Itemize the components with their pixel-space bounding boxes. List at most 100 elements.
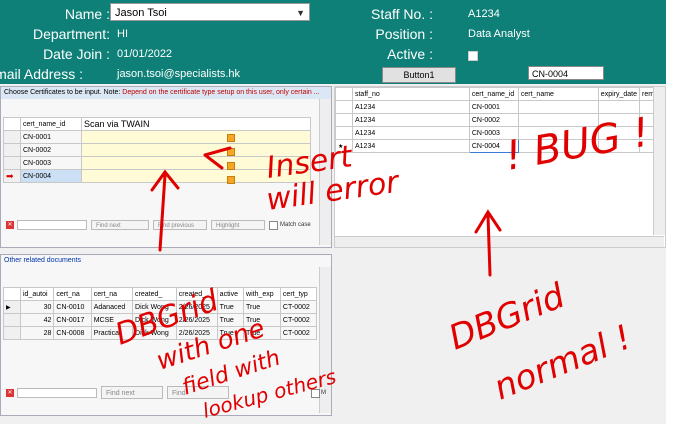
grid-indicator-header: [3, 117, 21, 131]
new-row-star-icon: ★: [335, 139, 353, 153]
find-next-label: Find next: [96, 223, 121, 229]
cert-cell[interactable]: CN-0003: [20, 156, 82, 170]
row-pointer-icon: ▶: [3, 300, 21, 314]
find-next-button[interactable]: Find next: [91, 220, 149, 230]
close-find-icon[interactable]: ✕: [6, 389, 14, 397]
position-label: Position :: [375, 26, 433, 42]
scan-icon[interactable]: [227, 148, 235, 156]
highlight-label: Highlight: [216, 223, 240, 229]
date-join-label: Date Join :: [43, 46, 110, 62]
find-previous-label: Find previous: [158, 223, 195, 229]
highlight-button[interactable]: Highlight: [211, 220, 265, 230]
staff-cert-grid-panel: staff_no cert_name_id cert_name expiry_d…: [334, 86, 666, 248]
cert-cell[interactable]: CN-0001: [20, 130, 82, 144]
find-previous-button[interactable]: Find: [167, 386, 229, 399]
table-row: ▶ 30 CN-0010 Adanaced Dick Wong 2/26/202…: [3, 300, 318, 314]
scan-icon[interactable]: [227, 134, 235, 142]
cert-id-cell[interactable]: CN-0004: [468, 139, 519, 153]
col-cert-name-id[interactable]: cert_name_id: [20, 117, 82, 131]
email-label: Email Address :: [0, 66, 83, 82]
match-case-label: Match case: [280, 222, 311, 228]
table-row: CN-0002: [3, 143, 311, 157]
find-input[interactable]: [17, 388, 97, 398]
staff-cert-grid[interactable]: staff_no cert_name_id cert_name expiry_d…: [335, 87, 661, 153]
date-join-value: 01/01/2022: [117, 48, 173, 60]
match-case-checkbox[interactable]: [269, 221, 278, 230]
cert-grid[interactable]: cert_name_id Scan via TWAIN CN-0001 CN-0…: [3, 117, 311, 183]
col-staff-no[interactable]: staff_no: [351, 87, 470, 101]
certificates-panel-title: Choose Certificates to be input. Note: D…: [1, 87, 331, 99]
match-case-label: M: [321, 390, 326, 396]
active-checkbox[interactable]: [468, 51, 478, 61]
staff-no-cell[interactable]: A1234: [351, 100, 470, 114]
table-row: CN-0003: [3, 156, 311, 170]
button1[interactable]: Button1: [382, 67, 456, 83]
col-cert-na[interactable]: cert_na: [53, 287, 92, 301]
staff-no-cell[interactable]: A1234: [351, 126, 470, 140]
col-created-date[interactable]: created_: [175, 287, 218, 301]
name-value: Jason Tsoi: [115, 7, 167, 19]
col-with-exp[interactable]: with_exp: [243, 287, 281, 301]
right-margin: [666, 0, 690, 424]
department-label: Department:: [32, 26, 110, 42]
table-row: A1234 CN-0002: [335, 113, 661, 127]
scan-icon[interactable]: [227, 162, 235, 170]
scan-cell[interactable]: [81, 156, 311, 170]
find-previous-button[interactable]: Find previous: [153, 220, 207, 230]
staff-no-cell[interactable]: A1234: [351, 139, 470, 153]
row-arrow-icon: ➡: [3, 169, 21, 183]
table-row: 28 CN-0008 Practical Dick Wong 2/26/2025…: [3, 326, 318, 340]
staff-grid-hscroll[interactable]: [335, 236, 664, 247]
staff-no-value: A1234: [468, 8, 500, 20]
cert-id-cell[interactable]: CN-0001: [468, 100, 519, 114]
active-label: Active :: [387, 46, 433, 62]
col-cert-na-2[interactable]: cert_na: [90, 287, 134, 301]
find-next-label: Find next: [106, 390, 135, 397]
position-value: Data Analyst: [468, 28, 530, 40]
col-cert-name[interactable]: cert_name: [517, 87, 599, 101]
scan-cell[interactable]: [81, 143, 311, 157]
cert-title-note: Depend on the certificate type setup on …: [122, 89, 320, 96]
cert-cell[interactable]: CN-0002: [20, 143, 82, 157]
scan-cell[interactable]: [81, 169, 311, 183]
col-created-by[interactable]: created_: [132, 287, 177, 301]
find-previous-label: Find: [172, 390, 186, 397]
find-input[interactable]: [17, 220, 87, 230]
table-row: CN-0001: [3, 130, 311, 144]
staff-no-label: Staff No. :: [371, 6, 433, 22]
table-row: A1234 CN-0001: [335, 100, 661, 114]
find-next-button[interactable]: Find next: [101, 386, 163, 399]
handwritten-dbgrid-2: DBGrid: [443, 276, 570, 359]
cert-id-cell[interactable]: CN-0002: [468, 113, 519, 127]
scan-icon[interactable]: [227, 176, 235, 184]
close-find-icon[interactable]: ✕: [6, 221, 14, 229]
table-row: A1234 CN-0003: [335, 126, 661, 140]
certificates-panel: Choose Certificates to be input. Note: D…: [0, 86, 332, 248]
cert-panel-scrollbar[interactable]: [319, 99, 331, 245]
documents-panel: Other related documents id_autoi cert_na…: [0, 254, 332, 416]
scan-cell[interactable]: [81, 130, 311, 144]
email-value: jason.tsoi@specialists.hk: [117, 68, 241, 80]
col-cert-name-id[interactable]: cert_name_id: [468, 87, 519, 101]
chevron-down-icon[interactable]: ▼: [296, 4, 305, 22]
table-row: 42 CN-0017 MCSE Dick Wong 2/26/2025 True…: [3, 313, 318, 327]
staff-no-cell[interactable]: A1234: [351, 113, 470, 127]
match-case-checkbox[interactable]: [311, 389, 320, 398]
cert-id-cell[interactable]: CN-0003: [468, 126, 519, 140]
staff-grid-vscroll[interactable]: [653, 87, 665, 235]
department-value: HI: [117, 28, 128, 40]
name-combobox[interactable]: Jason Tsoi ▼: [110, 3, 310, 21]
cert-title-prefix: Choose Certificates to be input. Note:: [4, 89, 123, 96]
col-cert-typ[interactable]: cert_typ: [279, 287, 318, 301]
cert-id-edit[interactable]: CN-0004: [528, 66, 604, 80]
cert-cell[interactable]: CN-0004: [20, 169, 82, 183]
col-expiry-date[interactable]: expiry_date: [597, 87, 641, 101]
header-bar: Name : Jason Tsoi ▼ Department: HI Date …: [0, 0, 666, 84]
col-scan-twain[interactable]: Scan via TWAIN: [81, 117, 311, 131]
documents-grid[interactable]: id_autoi cert_na cert_na created_ create…: [3, 287, 318, 340]
table-row: ➡ CN-0004: [3, 169, 311, 183]
col-id-autoi[interactable]: id_autoi: [19, 287, 55, 301]
name-label: Name :: [64, 6, 110, 22]
handwritten-normal: normal !: [488, 317, 637, 408]
col-active[interactable]: active: [216, 287, 245, 301]
